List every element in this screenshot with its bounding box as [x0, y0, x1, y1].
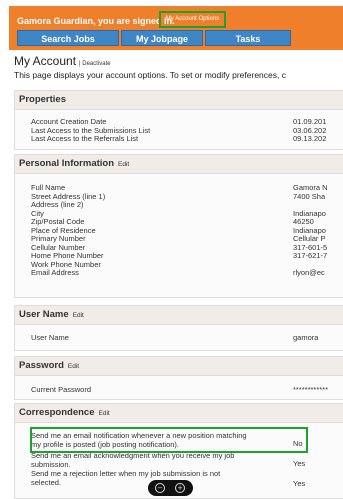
deactivate-link[interactable]: | Deactivate — [79, 61, 111, 67]
user-name-panel: User Name Edit User Name gamora — [14, 305, 343, 351]
my-account-options-link[interactable]: My Account Options — [159, 11, 226, 28]
properties-panel: Properties Account Creation Date 01.09.20… — [14, 90, 343, 150]
user-name-title: User Name — [19, 309, 69, 320]
personal-information-edit-link[interactable]: Edit — [118, 161, 129, 168]
user-name-edit-link[interactable]: Edit — [73, 312, 84, 319]
property-label: Last Access to the Referrals List — [31, 134, 139, 143]
zoom-controls: − + — [148, 480, 193, 496]
properties-title: Properties — [19, 94, 66, 105]
zoom-out-icon[interactable]: − — [155, 483, 165, 493]
correspondence-value: Yes — [293, 459, 306, 468]
personal-label: Email Address — [31, 268, 79, 277]
password-title: Password — [19, 360, 64, 371]
user-name-label: User Name — [31, 333, 69, 342]
personal-value: 317-621-7 — [293, 251, 328, 260]
correspondence-text-line: submission. — [31, 459, 71, 469]
password-label: Current Password — [31, 385, 92, 394]
property-value: 09.13.202 — [293, 134, 327, 143]
tasks-button[interactable]: Tasks — [205, 30, 291, 46]
correspondence-value: Yes — [293, 479, 306, 488]
user-name-heading: User Name Edit — [15, 306, 343, 325]
page-frame: Gamora Guardian, you are signed in. My A… — [9, 6, 343, 499]
correspondence-title: Correspondence — [19, 407, 95, 418]
personal-information-panel: Personal Information Edit Full Name Gamora… — [14, 154, 343, 298]
page-description: This page displays your account options.… — [14, 70, 286, 80]
correspondence-edit-link[interactable]: Edit — [99, 410, 110, 417]
personal-information-heading: Personal Information Edit — [15, 155, 343, 174]
personal-value: rlyon@ec — [293, 268, 325, 277]
password-panel: Password Edit Current Password ***********… — [14, 356, 343, 400]
header-bar: Gamora Guardian, you are signed in. My A… — [9, 6, 343, 50]
correspondence-heading: Correspondence Edit — [15, 404, 343, 423]
personal-value: 7400 Sha — [293, 191, 326, 201]
user-name-value: gamora — [293, 333, 319, 342]
page-title: My Account | Deactivate — [14, 54, 111, 68]
correspondence-text: Send me an email acknowledgment when you… — [31, 451, 234, 469]
my-jobpage-button[interactable]: My Jobpage — [121, 30, 203, 46]
password-heading: Password Edit — [15, 357, 343, 376]
search-jobs-button[interactable]: Search Jobs — [17, 30, 119, 46]
zoom-in-icon[interactable]: + — [175, 483, 185, 493]
job-notification-highlight — [30, 427, 308, 453]
correspondence-text-line: selected. — [31, 477, 62, 487]
signed-in-text: Gamora Guardian, you are signed in. — [17, 16, 175, 26]
password-edit-link[interactable]: Edit — [68, 363, 79, 370]
password-value: ************ — [293, 385, 329, 394]
properties-heading: Properties — [15, 91, 343, 110]
page-title-text: My Account — [14, 54, 77, 68]
personal-information-title: Personal Information — [19, 158, 115, 169]
